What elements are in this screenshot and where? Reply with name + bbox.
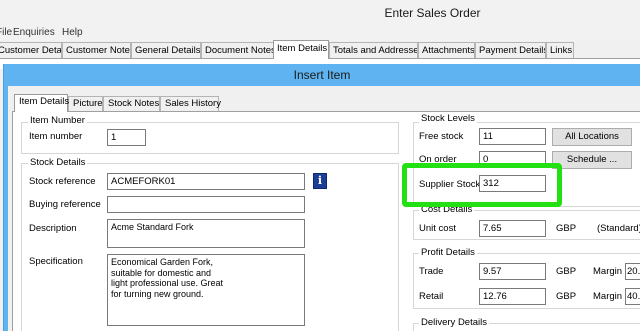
- tab-customer-notes[interactable]: Customer Notes: [62, 42, 131, 58]
- parent-window-title: Enter Sales Order: [384, 6, 481, 20]
- description-label: Description: [29, 223, 77, 234]
- retail-label: Retail: [419, 291, 444, 302]
- info-icon[interactable]: i: [313, 173, 327, 189]
- trade-margin-label: Margin: [593, 266, 623, 277]
- retail-margin-field[interactable]: 40.: [625, 288, 640, 305]
- retail-margin-label: Margin: [593, 291, 623, 302]
- tab-links[interactable]: Links: [546, 42, 574, 58]
- retail-price-field[interactable]: 12.76: [479, 288, 546, 305]
- buying-reference-field[interactable]: [107, 196, 305, 213]
- tab-totals-and-addresses[interactable]: Totals and Addresses: [329, 42, 418, 58]
- item-number-label: Item number: [29, 131, 83, 142]
- tab-payment-details[interactable]: Payment Details: [475, 42, 546, 58]
- stock-levels-group-title: Stock Levels: [419, 113, 477, 124]
- dialog-tab-stock-notes[interactable]: Stock Notes: [103, 96, 160, 111]
- free-stock-field[interactable]: 11: [479, 128, 546, 145]
- stock-reference-label: Stock reference: [29, 176, 96, 187]
- retail-currency: GBP: [556, 291, 577, 302]
- tab-attachments[interactable]: Attachments: [418, 42, 475, 58]
- description-field[interactable]: Acme Standard Fork: [107, 219, 305, 248]
- item-number-field[interactable]: 1: [107, 129, 146, 146]
- profit-details-group-title: Profit Details: [419, 247, 477, 258]
- schedule-button[interactable]: Schedule ...: [552, 151, 632, 169]
- dialog-tab-picture[interactable]: Picture: [68, 96, 103, 111]
- trade-price-field[interactable]: 9.57: [479, 263, 546, 280]
- trade-margin-field[interactable]: 20.: [625, 263, 640, 280]
- stock-details-group-title: Stock Details: [28, 157, 88, 168]
- menu-enquiries[interactable]: Enquiries: [13, 26, 55, 40]
- stock-reference-field[interactable]: ACMEFORK01: [107, 173, 305, 190]
- parent-menu-bar: [0, 24, 640, 41]
- dialog-tab-item-details[interactable]: Item Details: [14, 94, 69, 112]
- tab-customer-details[interactable]: Customer Details: [0, 42, 62, 58]
- unit-cost-label: Unit cost: [419, 223, 456, 234]
- menu-help[interactable]: Help: [62, 26, 83, 40]
- delivery-details-group-title: Delivery Details: [419, 317, 489, 328]
- all-locations-button[interactable]: All Locations: [552, 128, 632, 146]
- specification-label: Specification: [29, 256, 83, 267]
- specification-field[interactable]: Economical Garden Fork, suitable for dom…: [107, 254, 305, 326]
- unit-cost-currency: GBP: [556, 223, 577, 234]
- dialog-tab-sales-history[interactable]: Sales History: [160, 96, 221, 111]
- dialog-title: Insert Item: [293, 68, 351, 82]
- tab-document-notes[interactable]: Document Notes: [201, 42, 274, 58]
- menu-file[interactable]: File: [0, 26, 12, 40]
- free-stock-label: Free stock: [419, 131, 464, 142]
- tab-general-details[interactable]: General Details: [131, 42, 201, 58]
- trade-currency: GBP: [556, 266, 577, 277]
- buying-reference-label: Buying reference: [29, 199, 101, 210]
- trade-label: Trade: [419, 266, 444, 277]
- unit-cost-field[interactable]: 7.65: [479, 220, 546, 237]
- item-number-group-title: Item Number: [28, 115, 87, 126]
- tab-item-details[interactable]: Item Details: [273, 40, 329, 59]
- cost-type-label: (Standard): [597, 223, 640, 234]
- supplier-stock-highlight: [402, 163, 562, 207]
